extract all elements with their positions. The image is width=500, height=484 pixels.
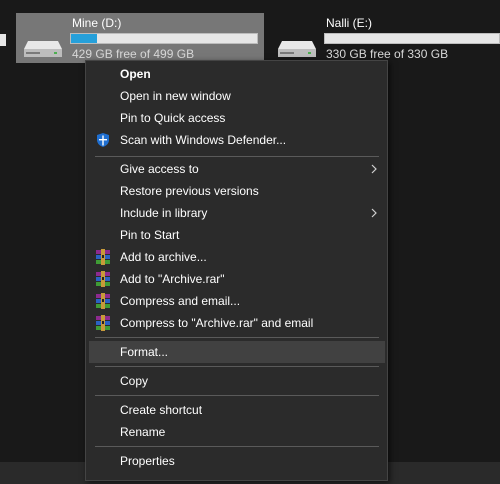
menu-item-rename[interactable]: Rename (89, 421, 385, 443)
menu-item-give-access[interactable]: Give access to (89, 158, 385, 180)
winrar-books-icon (96, 271, 110, 287)
menu-item-label: Include in library (120, 206, 208, 220)
menu-item-open-new-window[interactable]: Open in new window (89, 85, 385, 107)
menu-item-copy[interactable]: Copy (89, 370, 385, 392)
menu-separator (95, 395, 379, 396)
capacity-bar-fill (71, 34, 98, 43)
drive-tile-e[interactable]: Nalli (E:) 330 GB free of 330 GB (270, 13, 500, 63)
capacity-bar (70, 33, 258, 44)
menu-item-label: Compress to "Archive.rar" and email (120, 316, 314, 330)
menu-separator (95, 337, 379, 338)
menu-separator (95, 366, 379, 367)
menu-item-label: Add to "Archive.rar" (120, 272, 225, 286)
menu-item-scan-defender[interactable]: Scan with Windows Defender... (89, 129, 385, 151)
menu-item-compress-rar-email[interactable]: Compress to "Archive.rar" and email (89, 312, 385, 334)
context-menu: Open Open in new window Pin to Quick acc… (85, 60, 388, 481)
menu-item-add-archive-rar[interactable]: Add to "Archive.rar" (89, 268, 385, 290)
winrar-books-icon (96, 249, 110, 265)
menu-item-format[interactable]: Format... (89, 341, 385, 363)
drive-name: Mine (D:) (72, 16, 122, 30)
hard-drive-icon (24, 41, 62, 57)
menu-separator (95, 156, 379, 157)
menu-item-pin-start[interactable]: Pin to Start (89, 224, 385, 246)
menu-item-compress-email[interactable]: Compress and email... (89, 290, 385, 312)
free-space-label: 429 GB free of 499 GB (72, 47, 195, 61)
chevron-right-icon (371, 208, 377, 218)
menu-item-properties[interactable]: Properties (89, 450, 385, 472)
winrar-books-icon (96, 315, 110, 331)
menu-item-open[interactable]: Open (89, 63, 385, 85)
menu-separator (95, 446, 379, 447)
capacity-bar (324, 33, 500, 44)
menu-item-restore-versions[interactable]: Restore previous versions (89, 180, 385, 202)
menu-item-add-archive[interactable]: Add to archive... (89, 246, 385, 268)
chevron-right-icon (371, 164, 377, 174)
menu-item-label: Compress and email... (120, 294, 241, 308)
menu-item-label: Give access to (120, 162, 199, 176)
drive-name: Nalli (E:) (326, 16, 373, 30)
menu-item-label: Scan with Windows Defender... (120, 133, 287, 147)
menu-item-include-library[interactable]: Include in library (89, 202, 385, 224)
menu-item-create-shortcut[interactable]: Create shortcut (89, 399, 385, 421)
windows-defender-shield-icon (97, 133, 109, 147)
drive-tile-d[interactable]: Mine (D:) 429 GB free of 499 GB (16, 13, 264, 63)
menu-item-label: Add to archive... (120, 250, 207, 264)
drive-bar-fragment (0, 34, 6, 46)
hard-drive-icon (278, 41, 316, 57)
winrar-books-icon (96, 293, 110, 309)
menu-item-pin-quick-access[interactable]: Pin to Quick access (89, 107, 385, 129)
free-space-label: 330 GB free of 330 GB (326, 47, 449, 61)
